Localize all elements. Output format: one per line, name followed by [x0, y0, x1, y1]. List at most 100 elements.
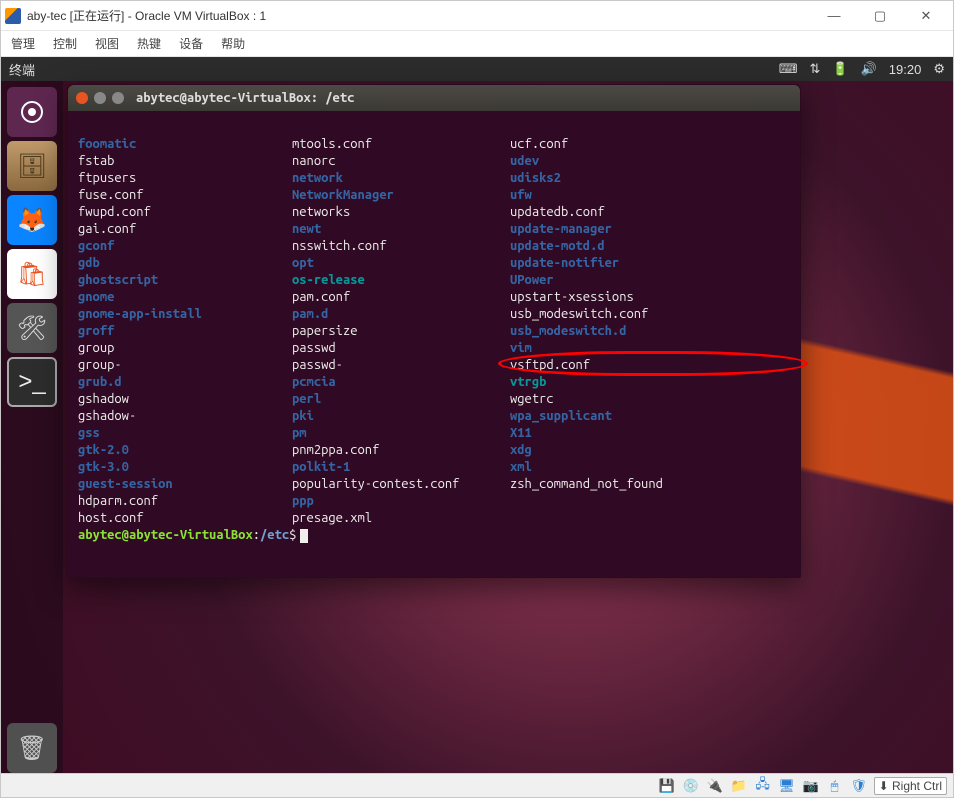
ls-entry: gnome [78, 289, 292, 306]
ls-entry: gshadow [78, 391, 292, 408]
menu-hotkeys[interactable]: 热键 [137, 35, 161, 52]
ls-entry: network [292, 170, 510, 187]
files-icon[interactable]: 🗄 [7, 141, 57, 191]
hostkey-indicator[interactable]: ⬇ Right Ctrl [874, 777, 947, 795]
ls-entry: ucf.conf [510, 136, 790, 153]
panel-clock[interactable]: 19:20 [889, 62, 922, 77]
ls-entry: update-motd.d [510, 238, 790, 255]
prompt-path: /etc [260, 528, 289, 542]
status-network-icon[interactable]: 🖧 [754, 778, 772, 794]
ls-entry: update-manager [510, 221, 790, 238]
status-usb-icon[interactable]: 🔌 [706, 778, 724, 794]
status-folder-icon[interactable]: 📁 [730, 778, 748, 794]
status-camera-icon[interactable]: 📷 [802, 778, 820, 794]
software-icon[interactable]: 🛍 [7, 249, 57, 299]
trash-icon[interactable]: 🗑 [7, 723, 57, 773]
ls-entry: foomatic [78, 136, 292, 153]
firefox-icon[interactable]: 🦊 [7, 195, 57, 245]
terminal-title: abytec@abytec-VirtualBox: /etc [136, 91, 354, 105]
term-maximize-button[interactable] [112, 92, 124, 104]
vbox-menubar: 管理 控制 视图 热键 设备 帮助 [1, 31, 953, 57]
virtualbox-window: aby-tec [正在运行] - Oracle VM VirtualBox : … [0, 0, 954, 798]
keyboard-icon[interactable]: ⌨ [779, 61, 798, 77]
menu-devices[interactable]: 设备 [179, 35, 203, 52]
unity-launcher: 🗄 🦊 🛍 🛠 >_ 🗑 [1, 81, 63, 773]
menu-view[interactable]: 视图 [95, 35, 119, 52]
ls-entry: host.conf [78, 510, 292, 527]
terminal-cursor [300, 529, 308, 543]
status-display-icon[interactable]: 🖥 [778, 778, 796, 794]
ls-entry: vim [510, 340, 790, 357]
ls-entry: vsftpd.conf [510, 357, 790, 374]
volume-icon[interactable]: 🔊 [861, 61, 877, 77]
maximize-button[interactable]: ▢ [857, 2, 903, 30]
hostkey-arrow-icon: ⬇ [879, 779, 889, 793]
terminal-titlebar[interactable]: abytec@abytec-VirtualBox: /etc [68, 85, 800, 111]
ls-entry: guest-session [78, 476, 292, 493]
ls-entry: group- [78, 357, 292, 374]
ls-entry: update-notifier [510, 255, 790, 272]
ls-entry: fstab [78, 153, 292, 170]
ls-entry: usb_modeswitch.d [510, 323, 790, 340]
ls-entry: grub.d [78, 374, 292, 391]
terminal-window[interactable]: abytec@abytec-VirtualBox: /etc foomaticm… [67, 84, 801, 578]
ls-entry: gss [78, 425, 292, 442]
ls-entry: wgetrc [510, 391, 790, 408]
ls-entry: polkit-1 [292, 459, 510, 476]
ls-entry [510, 493, 790, 510]
ls-entry: popularity-contest.conf [292, 476, 510, 493]
menu-control[interactable]: 控制 [53, 35, 77, 52]
panel-status-icons: ⌨ ⇅ 🔋 🔊 19:20 ⚙ [779, 61, 945, 77]
terminal-body[interactable]: foomaticmtools.confucf.conffstabnanorcud… [68, 111, 800, 577]
network-icon[interactable]: ⇅ [810, 61, 821, 77]
vbox-titlebar[interactable]: aby-tec [正在运行] - Oracle VM VirtualBox : … [1, 1, 953, 31]
ls-entry: papersize [292, 323, 510, 340]
terminal-icon[interactable]: >_ [7, 357, 57, 407]
ls-entry: ufw [510, 187, 790, 204]
ls-entry: xml [510, 459, 790, 476]
ls-entry: X11 [510, 425, 790, 442]
close-button[interactable]: ✕ [903, 2, 949, 30]
ls-entry: opt [292, 255, 510, 272]
status-mouse-icon[interactable]: 🖱 [826, 778, 844, 794]
ls-entry: pki [292, 408, 510, 425]
minimize-button[interactable]: — [811, 2, 857, 30]
ls-entry: fwupd.conf [78, 204, 292, 221]
dash-icon[interactable] [7, 87, 57, 137]
ls-entry: pam.d [292, 306, 510, 323]
term-minimize-button[interactable] [94, 92, 106, 104]
vbox-statusbar: 💾 💿 🔌 📁 🖧 🖥 📷 🖱 🛡 ⬇ Right Ctrl [1, 773, 953, 797]
ls-entry: gtk-2.0 [78, 442, 292, 459]
menu-help[interactable]: 帮助 [221, 35, 245, 52]
battery-icon[interactable]: 🔋 [832, 61, 848, 77]
ls-entry: pam.conf [292, 289, 510, 306]
vbox-title: aby-tec [正在运行] - Oracle VM VirtualBox : … [27, 7, 811, 24]
menu-manage[interactable]: 管理 [11, 35, 35, 52]
guest-display[interactable]: 终端 ⌨ ⇅ 🔋 🔊 19:20 ⚙ 🗄 🦊 🛍 🛠 >_ 🗑 [1, 57, 953, 773]
ls-entry: gnome-app-install [78, 306, 292, 323]
ls-entry: gdb [78, 255, 292, 272]
ls-entry: pcmcia [292, 374, 510, 391]
ls-entry: perl [292, 391, 510, 408]
ls-entry: newt [292, 221, 510, 238]
gear-icon[interactable]: ⚙ [933, 61, 945, 77]
ls-entry [510, 510, 790, 527]
settings-icon[interactable]: 🛠 [7, 303, 57, 353]
status-cd-icon[interactable]: 💿 [682, 778, 700, 794]
panel-app-title[interactable]: 终端 [9, 60, 779, 79]
ls-entry: nsswitch.conf [292, 238, 510, 255]
ls-entry: os-release [292, 272, 510, 289]
ls-entry: ftpusers [78, 170, 292, 187]
ls-entry: udev [510, 153, 790, 170]
ls-entry: vtrgb [510, 374, 790, 391]
ls-entry: NetworkManager [292, 187, 510, 204]
term-close-button[interactable] [76, 92, 88, 104]
ls-entry: pm [292, 425, 510, 442]
ls-entry: zsh_command_not_found [510, 476, 790, 493]
status-shield-icon[interactable]: 🛡 [850, 778, 868, 794]
status-hdd-icon[interactable]: 💾 [658, 778, 676, 794]
ls-entry: wpa_supplicant [510, 408, 790, 425]
gnome-top-panel[interactable]: 终端 ⌨ ⇅ 🔋 🔊 19:20 ⚙ [1, 57, 953, 81]
ls-entry: updatedb.conf [510, 204, 790, 221]
prompt-user: abytec@abytec-VirtualBox [78, 528, 253, 542]
